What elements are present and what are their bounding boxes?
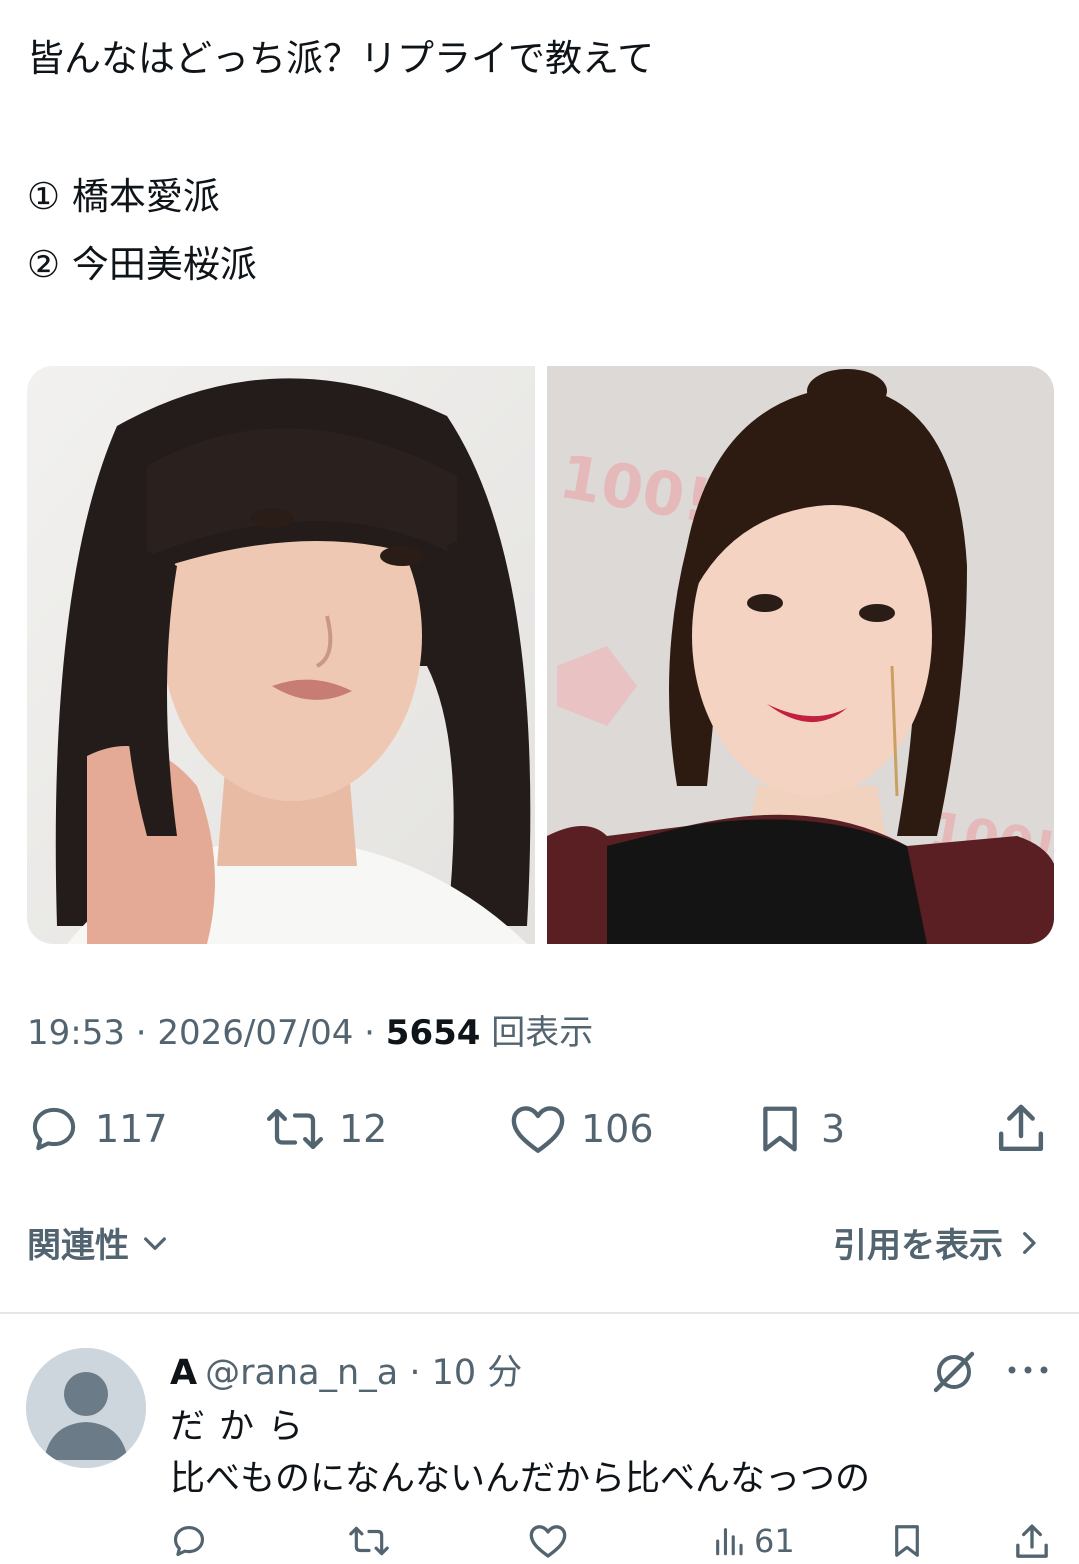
views-count: 5654 <box>385 1013 481 1053</box>
photo-left[interactable] <box>27 366 535 944</box>
chevron-down-icon <box>144 1236 166 1250</box>
reply-text-line: だから <box>170 1407 318 1447</box>
poll-option-1: ① 橋本愛派 <box>27 175 220 218</box>
reply-views-count: 61 <box>754 1522 795 1560</box>
sort-relevance-label: 関連性 <box>27 1226 129 1266</box>
tweet-text-line: 皆んなはどっち派？リプライで教えて <box>27 37 655 80</box>
like-count: 106 <box>581 1107 654 1151</box>
tweet-text: 皆んなはどっち派？リプライで教えて ① 橋本愛派 ② 今田美桜派 <box>27 36 1047 288</box>
repost-count: 12 <box>339 1107 388 1151</box>
reply-reply-button[interactable] <box>170 1522 208 1560</box>
share-icon <box>1016 1524 1048 1558</box>
reply-views-button[interactable]: 61 <box>712 1522 795 1560</box>
tweet-actions: 117 12 106 3 <box>27 1098 1052 1160</box>
media-grid[interactable]: 100! 100! <box>27 366 1054 944</box>
photo-right-image: 100! 100! <box>546 366 1054 944</box>
analytics-icon <box>716 1528 743 1556</box>
sort-relevance-dropdown[interactable]: 関連性 <box>27 1218 171 1267</box>
reply-tweet[interactable]: A @rana_n_a · 10 分 だから 比べものになんないんだから比べんなっ… <box>0 1314 1079 1564</box>
more-icon[interactable] <box>1006 1362 1050 1378</box>
share-button[interactable] <box>993 1098 1049 1160</box>
view-quotes-link[interactable]: 引用を表示 <box>833 1218 1043 1267</box>
photo-right[interactable]: 100! 100! <box>546 366 1054 944</box>
reply-count: 117 <box>95 1107 168 1151</box>
repost-icon <box>266 1108 324 1150</box>
avatar[interactable] <box>26 1348 146 1468</box>
heart-icon <box>529 1525 567 1558</box>
tweet-timestamp: 19:53 · 2026/07/04 · <box>27 1013 386 1053</box>
reply-button[interactable]: 117 <box>27 1098 168 1160</box>
reply-share-button[interactable] <box>1012 1522 1052 1562</box>
reply-icon <box>32 1107 76 1151</box>
views-label: 回表示 <box>480 1013 594 1053</box>
bookmark-icon <box>895 1525 919 1557</box>
repost-button[interactable]: 12 <box>265 1098 387 1160</box>
bookmark-button[interactable]: 3 <box>753 1098 845 1160</box>
poll-option-2: ② 今田美桜派 <box>27 243 257 286</box>
bookmark-icon <box>763 1106 797 1152</box>
bookmark-count: 3 <box>821 1107 846 1151</box>
reply-actions: 61 <box>0 1522 1079 1564</box>
tweet-meta: 19:53 · 2026/07/04 · 5654 回表示 <box>27 1012 593 1054</box>
reply-icon <box>173 1525 205 1557</box>
share-icon <box>998 1104 1044 1152</box>
view-quotes-label: 引用を表示 <box>833 1226 1003 1266</box>
reply-header: A @rana_n_a · 10 分 <box>170 1344 522 1395</box>
reply-author-name[interactable]: A <box>170 1353 197 1393</box>
default-avatar-icon <box>26 1348 146 1468</box>
repost-icon <box>349 1526 389 1556</box>
photo-left-image <box>27 366 535 944</box>
reply-time: · 10 分 <box>409 1353 523 1393</box>
reply-text-line: 比べものになんないんだから比べんなっつの <box>170 1459 871 1499</box>
reply-author-handle[interactable]: @rana_n_a <box>205 1353 398 1393</box>
reply-like-button[interactable] <box>528 1522 568 1560</box>
grok-icon[interactable] <box>930 1348 978 1396</box>
chevron-right-icon <box>1023 1231 1036 1254</box>
reply-repost-button[interactable] <box>348 1522 390 1560</box>
heart-icon <box>511 1106 565 1153</box>
like-button[interactable]: 106 <box>509 1098 654 1160</box>
reply-bookmark-button[interactable] <box>888 1522 926 1560</box>
